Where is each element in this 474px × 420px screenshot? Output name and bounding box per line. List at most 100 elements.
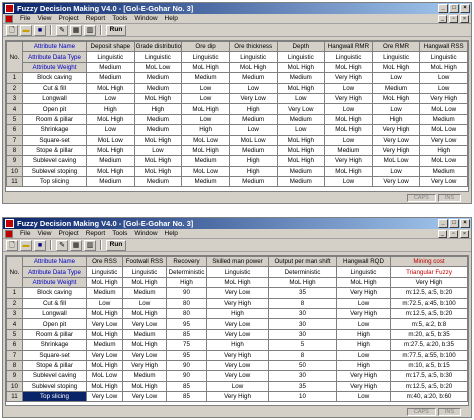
table-cell[interactable]: Low <box>419 82 468 94</box>
table-cell[interactable]: Medium <box>86 155 135 167</box>
table-cell[interactable]: 35 <box>268 287 337 299</box>
column-name[interactable]: Deposit shape <box>86 41 135 53</box>
table-cell[interactable]: High <box>336 359 391 372</box>
table-cell[interactable]: Very High <box>122 359 167 372</box>
chart-button[interactable]: ▥ <box>84 239 96 251</box>
menu-report[interactable]: Report <box>86 15 106 22</box>
table-cell[interactable]: 8 <box>268 297 337 309</box>
table-cell[interactable]: High <box>371 113 421 126</box>
table-cell[interactable]: MoL Low <box>86 370 123 382</box>
table-cell[interactable]: Very Low <box>206 287 269 299</box>
table-cell[interactable]: MoL High <box>86 82 135 94</box>
column-weight[interactable]: MoL Low <box>133 61 183 74</box>
table-cell[interactable]: 30 <box>268 318 337 330</box>
table-cell[interactable]: MoL High <box>86 144 135 157</box>
table-cell[interactable]: MoL Low <box>181 134 230 146</box>
column-type[interactable]: Deterministic <box>166 266 207 278</box>
table-cell[interactable]: Medium <box>228 72 278 84</box>
alternative-name[interactable]: Open pit <box>22 103 87 115</box>
table-cell[interactable]: MoL High <box>122 307 167 320</box>
table-cell[interactable]: Low <box>133 144 183 157</box>
table-cell[interactable]: Medium <box>122 370 167 382</box>
table-cell[interactable]: Very Low <box>276 103 326 115</box>
table-cell[interactable]: Medium <box>122 328 167 341</box>
column-type[interactable]: Linguistic <box>228 51 278 63</box>
alternative-name[interactable]: Longwall <box>22 307 87 320</box>
table-cell[interactable]: Low <box>122 297 167 309</box>
alternative-name[interactable]: Sublevel caving <box>22 370 87 382</box>
table-cell[interactable]: m:20, a:5, b:35 <box>390 328 468 341</box>
menu-view[interactable]: View <box>37 230 51 237</box>
table-cell[interactable]: MoL High <box>133 155 183 167</box>
table-cell[interactable]: Medium <box>276 72 326 84</box>
table-cell[interactable]: Very High <box>419 92 468 105</box>
alternative-name[interactable]: Cut & fill <box>22 297 87 309</box>
table-cell[interactable]: MoL High <box>86 113 135 126</box>
table-cell[interactable]: MoL Low <box>419 103 468 115</box>
table-row[interactable]: 5 Room & pillar MoL High Medium 85 Very Low 30… <box>6 328 468 341</box>
table-cell[interactable]: 80 <box>166 297 207 309</box>
table-cell[interactable]: Low <box>324 134 373 146</box>
table-cell[interactable]: Very High <box>371 144 421 157</box>
table-cell[interactable]: Very Low <box>206 359 269 372</box>
column-type[interactable]: Triangular Fuzzy <box>390 266 468 278</box>
alternative-name[interactable]: Sublevel stoping <box>22 165 87 178</box>
table-cell[interactable]: Very High <box>206 391 269 403</box>
menu-report[interactable]: Report <box>86 230 106 237</box>
alternative-name[interactable]: Top slicing <box>22 391 87 403</box>
table-cell[interactable]: MoL High <box>276 144 326 157</box>
table-cell[interactable]: Low <box>181 113 230 126</box>
table-cell[interactable]: Low <box>336 391 391 403</box>
table-cell[interactable]: m:10, a:5, b:15 <box>390 359 468 372</box>
table-cell[interactable]: Low <box>324 82 373 94</box>
table-cell[interactable]: 90 <box>166 287 207 299</box>
table-row[interactable]: 2 Cut & fill Low Low 80 Very High 8 Low m:72.5, … <box>6 297 468 309</box>
table-cell[interactable]: Medium <box>228 176 278 188</box>
column-name[interactable]: Depth <box>276 41 326 53</box>
table-cell[interactable]: MoL High <box>371 92 421 105</box>
table-cell[interactable]: Low <box>228 124 278 136</box>
table-cell[interactable]: 50 <box>268 359 337 372</box>
table-cell[interactable]: Medium <box>276 176 326 188</box>
edit-button[interactable]: ✎ <box>56 239 68 251</box>
table-cell[interactable]: 85 <box>166 380 207 393</box>
table-cell[interactable]: 75 <box>166 339 207 351</box>
table-cell[interactable]: Low <box>276 92 326 105</box>
table-cell[interactable]: High <box>336 328 391 341</box>
table-cell[interactable]: 5 <box>268 339 337 351</box>
column-weight[interactable]: MoL High <box>268 276 337 289</box>
column-weight[interactable]: MoL High <box>86 276 123 289</box>
menu-file[interactable]: File <box>20 230 30 237</box>
column-weight[interactable]: Very High <box>390 276 468 289</box>
alternative-name[interactable]: Stope & pillar <box>22 359 87 372</box>
alternative-name[interactable]: Room & pillar <box>22 328 87 341</box>
table-row[interactable]: 7 Square-set Very Low Very Low 95 Very High 8 L… <box>6 349 468 361</box>
table-cell[interactable]: Medium <box>86 176 135 188</box>
table-cell[interactable]: Low <box>181 92 230 105</box>
table-cell[interactable]: MoL High <box>276 134 326 146</box>
table-row[interactable]: 10 Sublevel stoping MoL High MoL High 85 Low 3… <box>6 380 468 393</box>
table-row[interactable]: 9 Sublevel caving Medium MoL High Medium High… <box>6 155 468 167</box>
table-cell[interactable]: Very High <box>336 370 391 382</box>
alternative-name[interactable]: Square-set <box>22 134 87 146</box>
table-cell[interactable]: Very Low <box>206 370 269 382</box>
table-row[interactable]: 8 Stope & pillar MoL High Very High 90 Very L… <box>6 359 468 372</box>
table-cell[interactable]: m:12.5, a:5, b:20 <box>390 307 468 320</box>
table-cell[interactable]: MoL High <box>133 165 183 178</box>
table-cell[interactable]: Medium <box>133 113 183 126</box>
table-cell[interactable]: Very High <box>206 349 269 361</box>
minimize-button[interactable]: _ <box>438 219 448 228</box>
save-button[interactable]: ■ <box>34 24 46 36</box>
table-cell[interactable]: Very Low <box>122 349 167 361</box>
table-cell[interactable]: Very Low <box>228 92 278 105</box>
table-cell[interactable]: MoL Low <box>228 134 278 146</box>
table-cell[interactable]: 95 <box>166 318 207 330</box>
table-cell[interactable]: Low <box>181 82 230 94</box>
table-cell[interactable]: High <box>228 155 278 167</box>
table-cell[interactable]: 90 <box>166 370 207 382</box>
menu-help[interactable]: Help <box>165 230 178 237</box>
table-cell[interactable]: Medium <box>181 72 230 84</box>
column-type[interactable]: Deterministic <box>268 266 337 278</box>
table-row[interactable]: 9 Sublevel caving MoL Low Medium 90 Very Low 3… <box>6 370 468 382</box>
table-cell[interactable]: High <box>133 103 183 115</box>
